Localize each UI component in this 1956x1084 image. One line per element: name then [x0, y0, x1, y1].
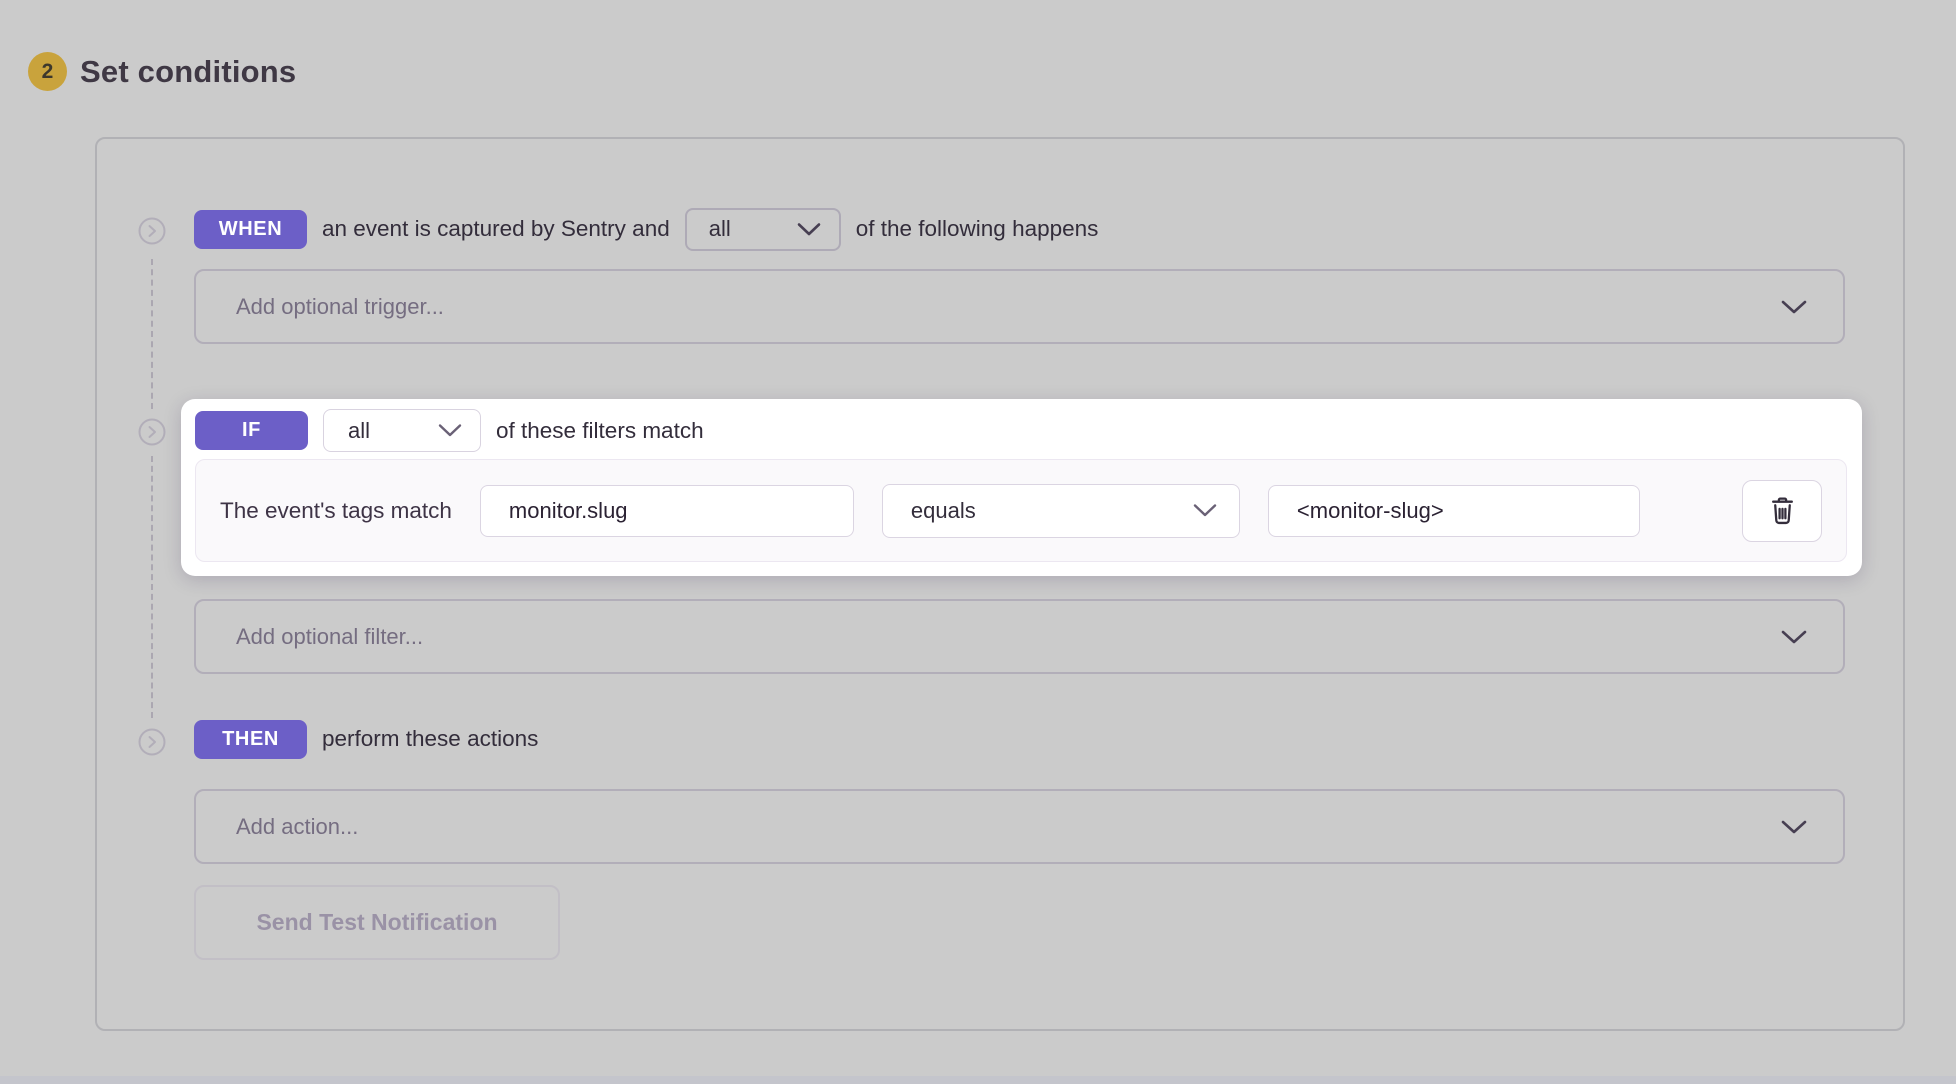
- delete-filter-button[interactable]: [1742, 480, 1822, 542]
- chevron-down-icon: [797, 222, 821, 237]
- filter-operator-select[interactable]: equals: [882, 484, 1240, 538]
- add-action-select[interactable]: Add action...: [194, 789, 1845, 864]
- step-number-badge: 2: [28, 52, 67, 91]
- trash-icon: [1769, 496, 1796, 525]
- when-text-before: an event is captured by Sentry and: [322, 216, 670, 242]
- if-text-after: of these filters match: [496, 418, 704, 444]
- bottom-edge-strip: [0, 1076, 1956, 1084]
- when-match-select-value: all: [709, 216, 731, 242]
- chevron-down-icon: [438, 423, 462, 438]
- add-trigger-placeholder: Add optional trigger...: [236, 294, 444, 320]
- if-badge: IF: [195, 411, 308, 450]
- add-filter-select[interactable]: Add optional filter...: [194, 599, 1845, 674]
- if-match-select-value: all: [348, 418, 370, 444]
- if-section-card: IF all of these filters match The event'…: [181, 399, 1862, 576]
- send-test-notification-button[interactable]: Send Test Notification: [194, 885, 560, 960]
- chevron-down-icon: [1193, 503, 1217, 518]
- when-match-select[interactable]: all: [685, 208, 841, 251]
- page-title: Set conditions: [80, 54, 296, 90]
- chevron-down-icon: [1781, 819, 1807, 835]
- chevron-right-circle-icon: [138, 418, 166, 446]
- when-row: WHEN an event is captured by Sentry and …: [194, 207, 1098, 251]
- step-connector-line: [151, 259, 153, 409]
- filter-condition-row: The event's tags match equals: [195, 459, 1847, 562]
- conditions-panel: WHEN an event is captured by Sentry and …: [95, 137, 1905, 1031]
- step-header: 2 Set conditions: [28, 52, 296, 91]
- if-row: IF all of these filters match: [195, 409, 704, 452]
- filter-condition-label: The event's tags match: [220, 498, 452, 524]
- filter-operator-value: equals: [911, 498, 976, 524]
- add-filter-placeholder: Add optional filter...: [236, 624, 423, 650]
- then-badge: THEN: [194, 720, 307, 759]
- chevron-right-circle-icon: [138, 728, 166, 756]
- then-row: THEN perform these actions: [194, 717, 538, 761]
- filter-value-input[interactable]: [1268, 485, 1640, 537]
- step-connector-line: [151, 456, 153, 718]
- then-text-after: perform these actions: [322, 726, 538, 752]
- add-trigger-select[interactable]: Add optional trigger...: [194, 269, 1845, 344]
- chevron-right-circle-icon: [138, 217, 166, 245]
- add-action-placeholder: Add action...: [236, 814, 358, 840]
- filter-key-input[interactable]: [480, 485, 854, 537]
- if-match-select[interactable]: all: [323, 409, 481, 452]
- chevron-down-icon: [1781, 299, 1807, 315]
- chevron-down-icon: [1781, 629, 1807, 645]
- when-badge: WHEN: [194, 210, 307, 249]
- when-text-after: of the following happens: [856, 216, 1099, 242]
